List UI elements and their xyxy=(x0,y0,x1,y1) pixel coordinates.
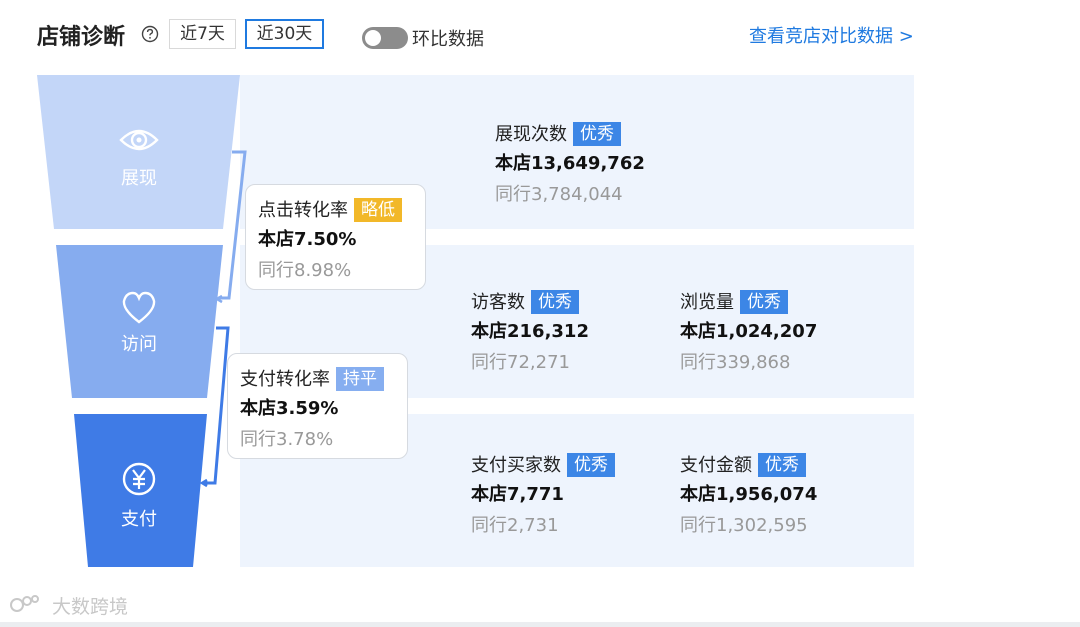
rate-peer-value: 同行8.98% xyxy=(258,260,352,281)
rate-store-value: 本店7.50% xyxy=(258,229,357,250)
metric-name: 支付金额 xyxy=(680,455,752,476)
metric-peer-value: 同行3,784,044 xyxy=(495,184,623,205)
metric-store-value: 本店1,024,207 xyxy=(680,321,818,342)
competitor-compare-link[interactable]: 查看竞店对比数据 > xyxy=(749,22,914,48)
bottom-divider xyxy=(0,622,1080,627)
eye-icon xyxy=(119,129,159,151)
metric-impressions: 展现次数 优秀 本店13,649,762 同行3,784,044 xyxy=(495,122,645,206)
metric-peer-value: 同行1,302,595 xyxy=(680,515,808,536)
metric-buyers: 支付买家数 优秀 本店7,771 同行2,731 xyxy=(471,453,615,537)
metric-badge: 优秀 xyxy=(758,453,806,477)
rate-store-value: 本店3.59% xyxy=(240,398,339,419)
metric-name: 访客数 xyxy=(471,292,525,313)
rate-name: 支付转化率 xyxy=(240,369,330,390)
stage-label-impression: 展现 xyxy=(121,168,157,189)
watermark-logo-icon xyxy=(10,595,39,612)
metric-amount: 支付金额 优秀 本店1,956,074 同行1,302,595 xyxy=(680,453,817,537)
pay-conversion-card: 支付转化率 持平 本店3.59% 同行3.78% xyxy=(227,353,408,459)
watermark-text: 大数跨境 xyxy=(52,596,129,618)
rate-badge: 持平 xyxy=(336,367,384,391)
metric-name: 浏览量 xyxy=(680,292,734,313)
metric-store-value: 本店216,312 xyxy=(471,321,589,342)
rate-head: 支付转化率 持平 xyxy=(240,367,395,393)
rate-peer-value: 同行3.78% xyxy=(240,429,334,450)
metric-pageviews: 浏览量 优秀 本店1,024,207 同行339,868 xyxy=(680,290,817,374)
rate-badge: 略低 xyxy=(354,198,402,222)
metric-badge: 优秀 xyxy=(531,290,579,314)
metric-store-value: 本店1,956,074 xyxy=(680,484,818,505)
metric-store-value: 本店13,649,762 xyxy=(495,153,645,174)
metric-name: 展现次数 xyxy=(495,124,567,145)
metric-badge: 优秀 xyxy=(740,290,788,314)
metric-peer-value: 同行339,868 xyxy=(680,352,791,373)
heart-icon xyxy=(122,291,156,324)
funnel-graphic xyxy=(37,75,247,567)
metric-badge: 优秀 xyxy=(567,453,615,477)
stage-label-payment: 支付 xyxy=(121,509,157,530)
metric-name: 支付买家数 xyxy=(471,455,561,476)
metric-peer-value: 同行2,731 xyxy=(471,515,559,536)
rate-head: 点击转化率 略低 xyxy=(258,198,413,224)
metric-visitors: 访客数 优秀 本店216,312 同行72,271 xyxy=(471,290,589,374)
metric-badge: 优秀 xyxy=(573,122,621,146)
metric-store-value: 本店7,771 xyxy=(471,484,564,505)
yen-icon xyxy=(122,462,156,496)
metric-peer-value: 同行72,271 xyxy=(471,352,570,373)
click-conversion-card: 点击转化率 略低 本店7.50% 同行8.98% xyxy=(245,184,426,290)
rate-name: 点击转化率 xyxy=(258,200,348,221)
stage-label-visit: 访问 xyxy=(121,334,157,355)
